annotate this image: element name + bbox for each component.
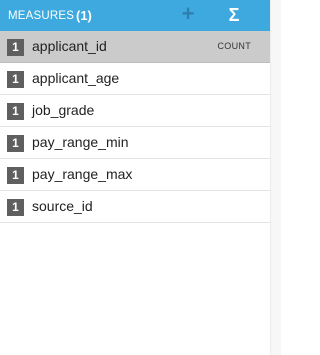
measure-row-job-grade[interactable]: 1 job_grade (0, 95, 270, 127)
measure-type-badge: 1 (7, 167, 24, 184)
measure-row-pay-range-max[interactable]: 1 pay_range_max (0, 159, 270, 191)
measure-type-badge: 1 (7, 39, 24, 56)
measures-list: 1 applicant_id COUNT 1 applicant_age 1 j… (0, 31, 270, 223)
measure-type-badge: 1 (7, 103, 24, 120)
measure-type-badge: 1 (7, 199, 24, 216)
measure-label: applicant_id (32, 38, 107, 54)
aggregate-sigma-icon[interactable]: Σ (224, 5, 244, 25)
measure-type-badge: 1 (7, 71, 24, 88)
measure-type-badge: 1 (7, 135, 24, 152)
measure-row-source-id[interactable]: 1 source_id (0, 191, 270, 223)
aggregation-label[interactable]: COUNT (218, 41, 252, 51)
measure-label: source_id (32, 198, 93, 214)
add-measure-icon[interactable]: + (178, 3, 198, 25)
measures-count: (1) (76, 8, 92, 23)
measure-row-applicant-age[interactable]: 1 applicant_age (0, 63, 270, 95)
measure-label: pay_range_max (32, 166, 133, 182)
measure-label: pay_range_min (32, 134, 129, 150)
measures-panel: MEASURES (1) + Σ 1 applicant_id COUNT 1 … (0, 0, 270, 355)
vertical-scrollbar[interactable] (270, 0, 281, 355)
measure-label: applicant_age (32, 70, 120, 86)
measures-title: MEASURES (8, 10, 75, 22)
measure-row-applicant-id[interactable]: 1 applicant_id COUNT (0, 31, 270, 63)
measure-row-pay-range-min[interactable]: 1 pay_range_min (0, 127, 270, 159)
measure-label: job_grade (32, 102, 95, 118)
measures-header: MEASURES (1) + Σ (0, 0, 270, 31)
